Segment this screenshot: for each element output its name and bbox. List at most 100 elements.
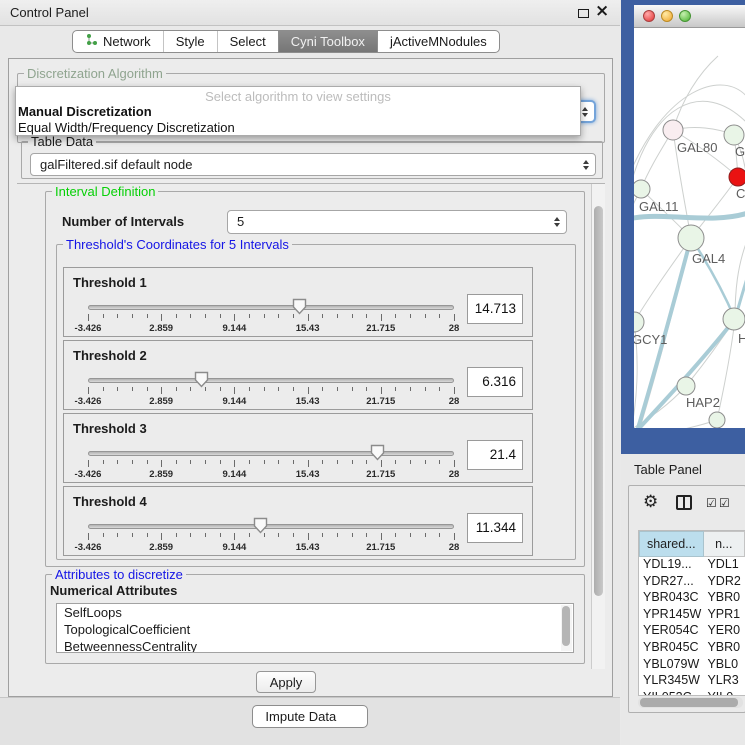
slider-tick [381,460,382,467]
horizontal-scrollbar[interactable] [638,697,743,708]
slider-tick [205,533,206,537]
threshold-value-field[interactable]: 11.344 [467,513,523,543]
table-row[interactable]: YLR345WYLR3 [639,673,745,690]
columns-icon[interactable] [676,495,692,510]
slider-track[interactable] [88,305,454,310]
slider-thumb[interactable] [292,298,307,315]
tab-label: Cyni Toolbox [291,31,365,52]
list-item[interactable]: TopologicalCoefficient [57,621,573,638]
tab-impute-data[interactable]: Impute Data [253,706,366,727]
node-label: GAL4 [692,251,725,266]
close-icon[interactable]: × [595,1,609,21]
slider-tick [88,387,89,394]
table-row[interactable]: YER054CYER0 [639,623,745,640]
float-window-icon[interactable] [578,9,589,18]
slider-track[interactable] [88,378,454,383]
network-edge[interactable] [634,238,691,322]
tab-discretize-data[interactable]: Discretize Data [253,727,366,728]
network-node-gcy1[interactable] [634,312,644,332]
tab-cyni-toolbox[interactable]: Cyni Toolbox [278,31,377,52]
table-row[interactable]: YBR045CYBR0 [639,640,745,657]
network-canvas[interactable]: GAL80GACGAL11GAL4GCY1HHAP2 [634,28,745,428]
network-node-h[interactable] [723,308,745,330]
threshold-slider[interactable]: -3.4262.8599.14415.4321.71528 [88,298,454,336]
threshold-slider[interactable]: -3.4262.8599.14415.4321.71528 [88,517,454,555]
network-node-hap2[interactable] [677,377,695,395]
checkbox-icon[interactable]: ☑ [719,496,730,510]
checkbox-icon[interactable]: ☑ [706,496,717,510]
network-node-c[interactable] [729,168,745,186]
tick-label: 9.144 [223,323,247,334]
network-window-titlebar[interactable] [634,5,745,28]
horizontal-scrollbar-thumb[interactable] [640,698,738,707]
table-row[interactable]: YBL079WYBL0 [639,657,745,674]
numerical-attributes-list[interactable]: SelfLoopsTopologicalCoefficientBetweenne… [56,603,574,653]
list-scrollbar-thumb[interactable] [562,606,570,646]
threshold-slider[interactable]: -3.4262.8599.14415.4321.71528 [88,371,454,409]
threshold-value-field[interactable]: 6.316 [467,367,523,397]
dropdown-option-equal-width-frequency[interactable]: Equal Width/Frequency Discretization [16,119,580,135]
table-cell: YBR0 [703,590,745,607]
close-traffic-light-icon[interactable] [643,10,655,22]
threshold-label: Threshold 3 [73,421,147,436]
dropdown-option-manual-discretization[interactable]: Manual Discretization [16,103,580,119]
column-header[interactable]: shared... [639,531,704,557]
slider-thumb[interactable] [253,517,268,534]
slider-tick [425,460,426,464]
threshold-value-field[interactable]: 14.713 [467,294,523,324]
combo-arrows-icon [583,160,589,170]
network-node[interactable] [709,412,725,428]
vertical-scrollbar[interactable] [591,184,605,669]
tick-label: 21.715 [366,469,395,480]
tab-style[interactable]: Style [163,31,217,52]
slider-tick [352,387,353,391]
slider-tick [395,460,396,464]
table-row[interactable]: YPR145WYPR1 [639,607,745,624]
slider-tick [381,533,382,540]
table-row[interactable]: YBR043CYBR0 [639,590,745,607]
slider-tick [366,314,367,318]
list-item[interactable]: SelfLoops [57,604,573,621]
table-row[interactable]: YDL19...YDL1 [639,557,745,574]
apply-button[interactable]: Apply [256,671,316,693]
slider-tick [88,314,89,321]
network-node-gal80[interactable] [663,120,683,140]
network-node-ga[interactable] [724,125,744,145]
network-node-gal4[interactable] [678,225,704,251]
tick-label: 9.144 [223,542,247,553]
number-of-intervals-label: Number of Intervals [62,214,184,229]
table-row[interactable]: YIL052CYIL0 [639,690,745,696]
table-row[interactable]: YDR27...YDR2 [639,574,745,591]
network-node-gal11[interactable] [634,180,650,198]
number-of-intervals-combobox[interactable]: 5 [227,210,567,234]
list-scrollbar[interactable] [561,605,572,651]
slider-tick [234,533,235,540]
slider-track[interactable] [88,451,454,456]
slider-tick [439,533,440,537]
slider-tick [410,314,411,318]
slider-thumb[interactable] [194,371,209,388]
threshold-slider[interactable]: -3.4262.8599.14415.4321.71528 [88,444,454,482]
tick-label: -3.426 [75,396,102,407]
minimize-traffic-light-icon[interactable] [661,10,673,22]
threshold-panel-3: Threshold 3 -3.4262.8599.14415.4321.71528… [63,413,533,483]
network-edge[interactable] [673,56,718,130]
tab-select[interactable]: Select [217,31,278,52]
list-item[interactable]: BetweennessCentrality [57,638,573,653]
tab-jactivemnodules[interactable]: jActiveMNodules [377,31,499,52]
slider-tick [308,460,309,467]
slider-tick [337,387,338,391]
slider-tick [322,460,323,464]
column-header[interactable]: n... [704,531,745,557]
slider-track[interactable] [88,524,454,529]
threshold-label: Threshold 4 [73,494,147,509]
threshold-value-field[interactable]: 21.4 [467,440,523,470]
gear-icon[interactable]: ⚙ [643,492,658,512]
zoom-traffic-light-icon[interactable] [679,10,691,22]
table-data-combobox[interactable]: galFiltered.sif default node [30,153,596,176]
slider-tick [117,460,118,464]
tab-network[interactable]: Network [73,31,163,52]
slider-tick [190,533,191,537]
slider-thumb[interactable] [370,444,385,461]
vertical-scrollbar-thumb[interactable] [594,206,603,596]
